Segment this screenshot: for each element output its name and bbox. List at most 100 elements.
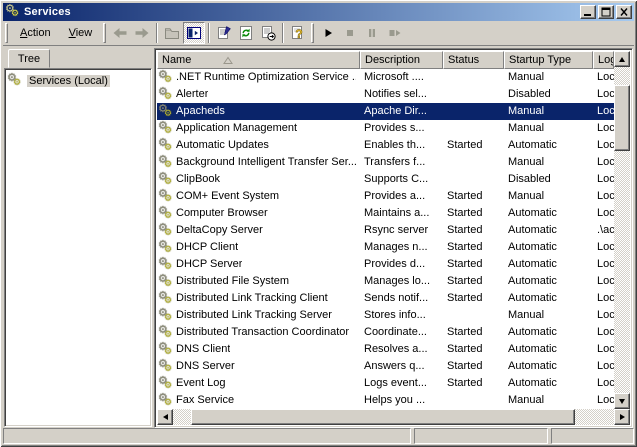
horizontal-scroll-thumb[interactable] — [191, 409, 575, 425]
service-name-label: Distributed Transaction Coordinator — [176, 324, 349, 341]
table-row[interactable]: ⚙⚙COM+ Event SystemProvides a...StartedM… — [157, 188, 614, 205]
toolbar-grip[interactable] — [311, 23, 314, 43]
svg-text:?: ? — [296, 27, 303, 41]
column-header-description[interactable]: Description — [360, 51, 443, 69]
up-one-level-button[interactable] — [161, 22, 183, 44]
column-header-startup-type[interactable]: Startup Type — [504, 51, 593, 69]
client-area: Tree ⚙⚙ Services (Local) Name — [3, 46, 634, 428]
horizontal-scroll-track[interactable] — [173, 409, 614, 425]
toolbar-separator — [208, 23, 210, 43]
scroll-up-button[interactable] — [614, 51, 630, 67]
help-button[interactable]: ? — [287, 22, 309, 44]
service-name-label: Event Log — [176, 375, 226, 392]
service-gear-icon: ⚙⚙ — [158, 70, 174, 86]
table-row[interactable]: ⚙⚙DHCP ClientManages n...StartedAutomati… — [157, 239, 614, 256]
service-status-cell: Started — [443, 375, 504, 392]
service-description-cell: Apache Dir... — [360, 103, 443, 120]
export-list-button[interactable] — [257, 22, 279, 44]
toolbar-grip[interactable] — [5, 23, 8, 43]
column-header-log-on-as[interactable]: Log — [593, 51, 614, 69]
table-row[interactable]: ⚙⚙DNS ServerAnswers q...StartedAutomatic… — [157, 358, 614, 375]
show-hide-console-tree-button[interactable] — [183, 22, 205, 44]
tree-item-services-local[interactable]: ⚙⚙ Services (Local) — [7, 73, 149, 89]
minimize-button[interactable] — [580, 5, 596, 19]
service-logon-cell: Loca — [593, 375, 614, 392]
menu-action[interactable]: Action — [11, 24, 60, 42]
service-gear-icon: ⚙⚙ — [158, 359, 174, 375]
table-row[interactable]: ⚙⚙DHCP ServerProvides d...StartedAutomat… — [157, 256, 614, 273]
column-header-status[interactable]: Status — [443, 51, 504, 69]
table-row[interactable]: ⚙⚙Event LogLogs event...StartedAutomatic… — [157, 375, 614, 392]
service-name-cell: ⚙⚙Distributed File System — [157, 273, 360, 290]
service-gear-icon: ⚙⚙ — [158, 325, 174, 341]
forward-button[interactable] — [131, 22, 153, 44]
maximize-button[interactable] — [598, 5, 614, 19]
service-name-label: Application Management — [176, 120, 297, 137]
refresh-button[interactable] — [235, 22, 257, 44]
properties-button[interactable] — [213, 22, 235, 44]
titlebar[interactable]: ⚙⚙ Services — [3, 3, 634, 21]
service-startup-cell: Manual — [504, 154, 593, 171]
stop-service-button[interactable] — [339, 22, 361, 44]
service-name-label: .NET Runtime Optimization Service ... — [176, 69, 356, 86]
scroll-left-button[interactable] — [157, 409, 173, 425]
table-row[interactable]: ⚙⚙AlerterNotifies sel...DisabledLoca — [157, 86, 614, 103]
service-logon-cell: .\ac — [593, 222, 614, 239]
table-row[interactable]: ⚙⚙Background Intelligent Transfer Ser...… — [157, 154, 614, 171]
scroll-right-button[interactable] — [614, 409, 630, 425]
service-name-label: DeltaCopy Server — [176, 222, 263, 239]
service-gear-icon: ⚙⚙ — [158, 104, 174, 120]
restart-service-button[interactable] — [383, 22, 405, 44]
service-startup-cell: Manual — [504, 69, 593, 86]
tab-tree[interactable]: Tree — [8, 49, 50, 68]
service-status-cell — [443, 120, 504, 137]
table-row[interactable]: ⚙⚙ApachedsApache Dir...ManualLoca — [157, 103, 614, 120]
column-header-name[interactable]: Name — [157, 51, 360, 69]
table-row[interactable]: ⚙⚙Application ManagementProvides s...Man… — [157, 120, 614, 137]
vertical-scrollbar[interactable] — [614, 51, 630, 409]
table-row[interactable]: ⚙⚙Automatic UpdatesEnables th...StartedA… — [157, 137, 614, 154]
table-row[interactable]: ⚙⚙Distributed Link Tracking ClientSends … — [157, 290, 614, 307]
start-service-button[interactable] — [317, 22, 339, 44]
properties-icon — [216, 25, 232, 41]
table-row[interactable]: ⚙⚙Distributed Link Tracking ServerStores… — [157, 307, 614, 324]
service-startup-cell: Manual — [504, 188, 593, 205]
table-row[interactable]: ⚙⚙DNS ClientResolves a...StartedAutomati… — [157, 341, 614, 358]
menu-view[interactable]: View — [60, 24, 102, 42]
table-row[interactable]: ⚙⚙Computer BrowserMaintains a...StartedA… — [157, 205, 614, 222]
column-header-description-label: Description — [365, 54, 420, 66]
service-startup-cell: Automatic — [504, 290, 593, 307]
scroll-down-button[interactable] — [614, 393, 630, 409]
table-row[interactable]: ⚙⚙.NET Runtime Optimization Service ... M… — [157, 69, 614, 86]
back-icon — [112, 25, 128, 41]
table-row[interactable]: ⚙⚙DeltaCopy ServerRsync serverStartedAut… — [157, 222, 614, 239]
close-button[interactable] — [616, 5, 632, 19]
table-row[interactable]: ⚙⚙Fax ServiceHelps you ...ManualLoca — [157, 392, 614, 409]
service-rows: ⚙⚙.NET Runtime Optimization Service ...M… — [157, 69, 614, 409]
service-name-label: Fax Service — [176, 392, 234, 409]
forward-icon — [134, 25, 150, 41]
vertical-scroll-thumb[interactable] — [614, 85, 630, 151]
back-button[interactable] — [109, 22, 131, 44]
service-description-cell: Coordinate... — [360, 324, 443, 341]
sort-asc-icon — [223, 56, 233, 65]
horizontal-scrollbar[interactable] — [157, 409, 630, 425]
pause-service-button[interactable] — [361, 22, 383, 44]
service-description-cell: Stores info... — [360, 307, 443, 324]
service-description-cell: Provides a... — [360, 188, 443, 205]
service-name-cell: ⚙⚙DeltaCopy Server — [157, 222, 360, 239]
service-name-label: Distributed File System — [176, 273, 289, 290]
start-service-icon — [320, 25, 336, 41]
service-name-cell: ⚙⚙Distributed Transaction Coordinator — [157, 324, 360, 341]
toolbar-grip[interactable] — [103, 23, 106, 43]
service-startup-cell: Automatic — [504, 375, 593, 392]
service-name-cell: ⚙⚙Background Intelligent Transfer Ser... — [157, 154, 360, 171]
service-logon-cell: Loca — [593, 358, 614, 375]
vertical-scroll-track[interactable] — [614, 67, 630, 393]
service-description-cell: Answers q... — [360, 358, 443, 375]
table-row[interactable]: ⚙⚙Distributed Transaction CoordinatorCoo… — [157, 324, 614, 341]
table-row[interactable]: ⚙⚙ClipBookSupports C...DisabledLoca — [157, 171, 614, 188]
column-header-name-label: Name — [162, 54, 191, 66]
table-row[interactable]: ⚙⚙Distributed File SystemManages lo...St… — [157, 273, 614, 290]
service-description-cell: Manages n... — [360, 239, 443, 256]
